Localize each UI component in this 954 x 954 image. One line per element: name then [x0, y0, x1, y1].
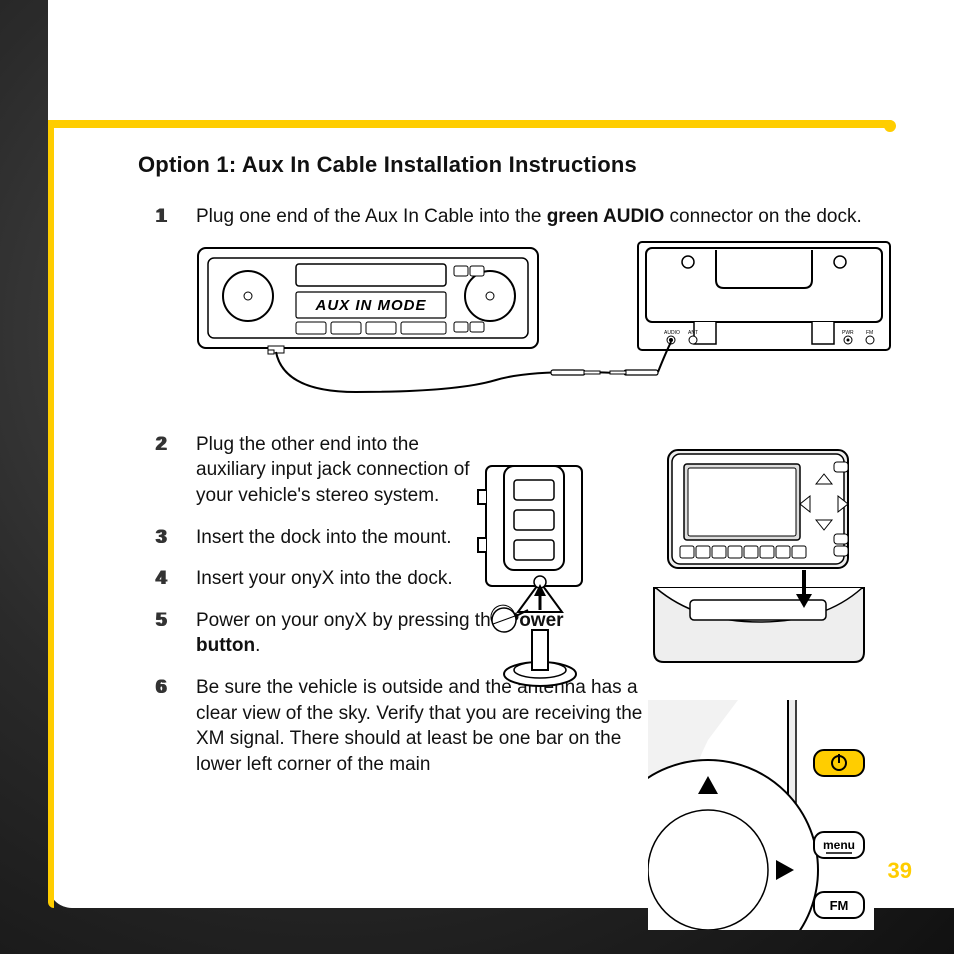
dock-audio-label: AUDIO [664, 330, 680, 336]
figure-onyx-dock [644, 442, 874, 672]
page-content: Option 1: Aux In Cable Installation Inst… [138, 152, 874, 838]
step-text: Insert the dock into the mount. [196, 527, 452, 548]
dock-ant-label: ANT [688, 330, 698, 336]
fm-button-label: FM [830, 898, 849, 913]
page-title: Option 1: Aux In Cable Installation Inst… [138, 152, 874, 178]
figure-mount-dock [450, 460, 630, 695]
figure-power-closeup: menu FM [648, 700, 874, 930]
mount-dock-icon [450, 460, 630, 695]
step-text: Plug the other end into the auxiliary in… [196, 434, 470, 506]
manual-page: Option 1: Aux In Cable Installation Inst… [48, 0, 954, 908]
step-1: Plug one end of the Aux In Cable into th… [196, 204, 874, 408]
accent-vert-icon [48, 122, 54, 908]
step-text: Plug one end of the Aux In Cable into th… [196, 206, 547, 227]
page-number: 39 [888, 858, 912, 884]
step-bold: green AUDIO [547, 206, 665, 227]
power-closeup-icon: menu FM [648, 700, 874, 930]
step-text: Insert your onyX into the dock. [196, 568, 453, 589]
menu-button-label: menu [823, 838, 855, 852]
step-text-post: . [255, 635, 260, 656]
onyx-dock-icon [644, 442, 874, 672]
accent-bar-icon [48, 120, 894, 128]
stereo-display-text: AUX IN MODE [314, 297, 426, 314]
figure-aux-cable: AUX IN MODE [196, 238, 874, 408]
dock-pwr-label: PWR [842, 330, 854, 336]
aux-cable-diagram-icon: AUX IN MODE [196, 238, 896, 408]
dock-fm-label: FM [866, 330, 873, 336]
step-text-post: connector on the dock. [664, 206, 862, 227]
